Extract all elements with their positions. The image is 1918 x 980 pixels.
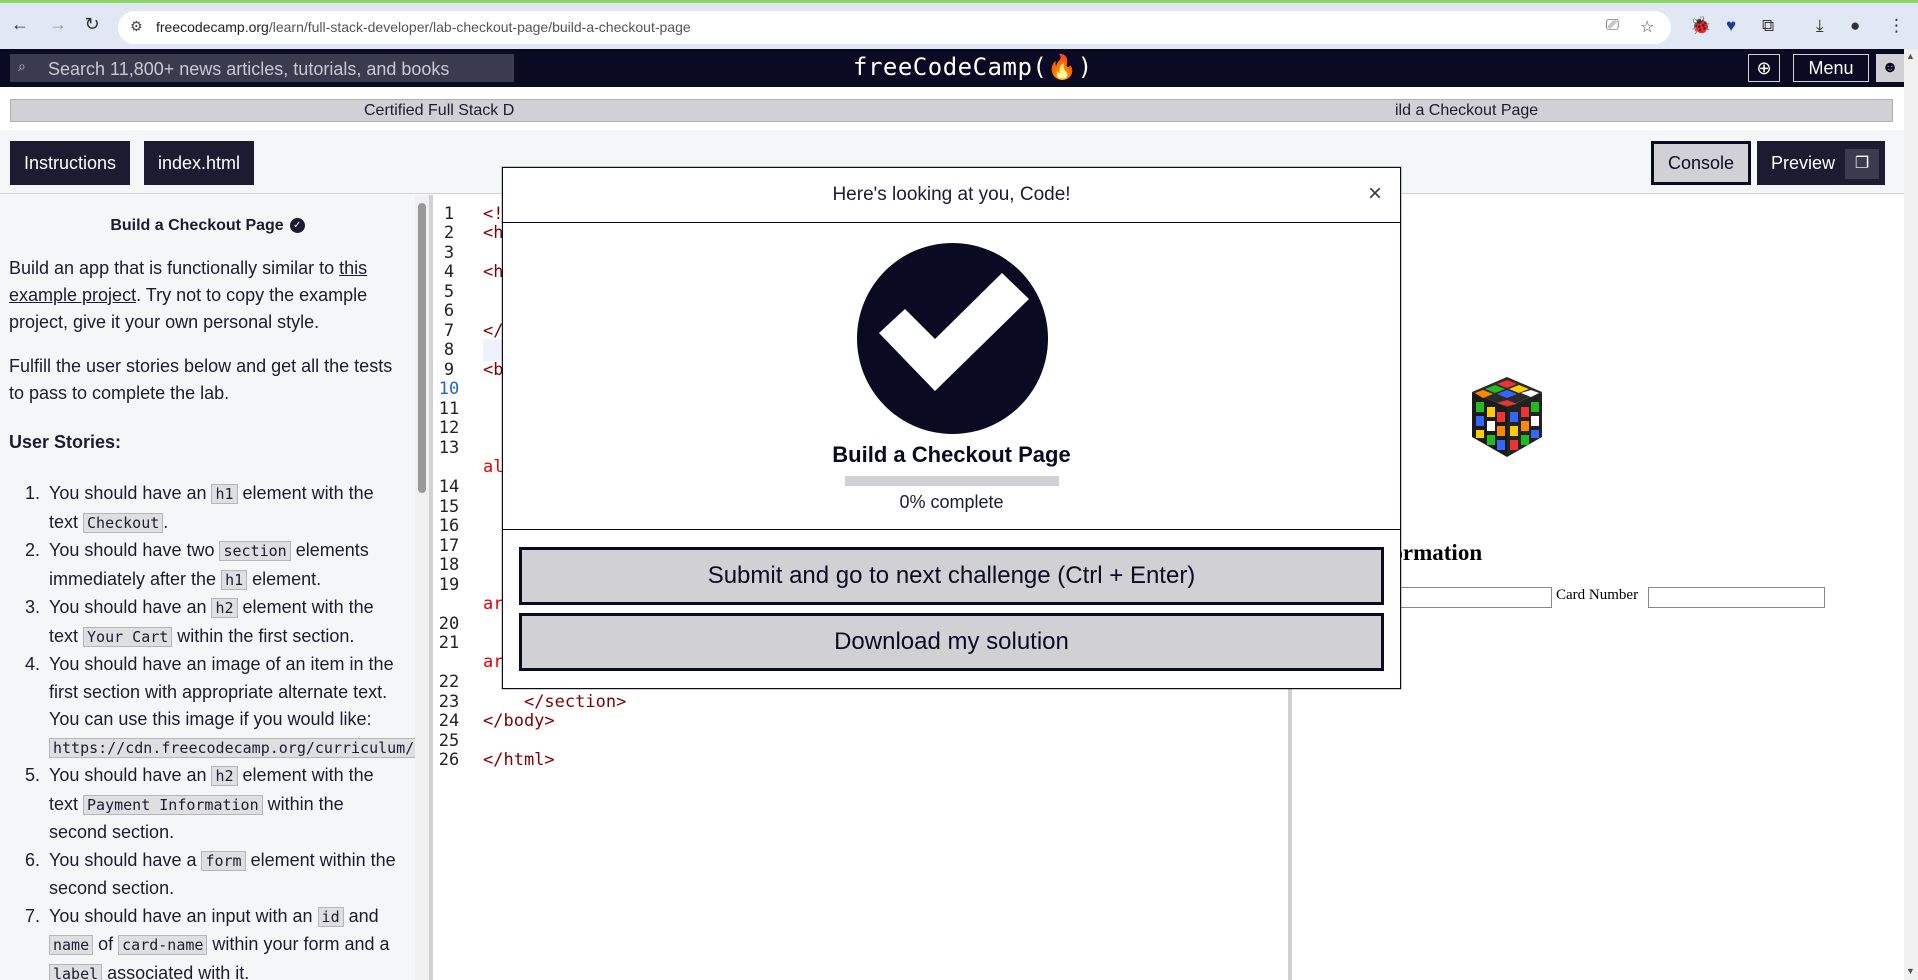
search-placeholder[interactable]: Search 11,800+ news articles, tutorials,… <box>48 59 449 80</box>
scroll-up-icon[interactable]: ▲ <box>1906 51 1915 61</box>
menu-button[interactable]: Menu <box>1793 54 1869 82</box>
downloads-icon[interactable]: ⤓ <box>1816 16 1824 36</box>
search-icon: ⌕ <box>18 58 26 74</box>
big-checkmark-icon <box>857 243 1048 434</box>
extension-heart-icon[interactable]: ♥ <box>1726 16 1736 36</box>
fcc-logo[interactable]: freeCodeCamp(🔥) <box>853 53 1093 81</box>
language-globe-icon[interactable]: ⊕ <box>1748 54 1780 82</box>
user-avatar[interactable]: ☻ <box>1876 54 1904 82</box>
site-settings-icon[interactable]: ⚙ <box>130 18 143 35</box>
completion-modal: Here's looking at you, Code! × Build a C… <box>502 167 1401 689</box>
download-solution-button[interactable]: Download my solution <box>519 613 1384 671</box>
extension-bug-icon[interactable]: 🐞 <box>1690 16 1711 36</box>
back-icon[interactable]: ← <box>8 14 32 35</box>
browser-chrome: ← → ↻ ⚙ freecodecamp.org/learn/full-stac… <box>0 0 1918 49</box>
modal-challenge-title: Build a Checkout Page <box>832 442 1071 467</box>
search-bar[interactable]: ⌕ Search 11,800+ news articles, tutorial… <box>10 54 514 82</box>
kebab-menu-icon[interactable]: ⋮ <box>1888 16 1905 36</box>
fcc-navbar: ⌕ Search 11,800+ news articles, tutorial… <box>0 49 1918 87</box>
progress-text: 0% complete <box>899 492 1004 512</box>
extensions-puzzle-icon[interactable]: ⧉ <box>1762 16 1774 36</box>
install-icon[interactable]: ⎚ <box>1606 17 1619 35</box>
submit-next-challenge-button[interactable]: Submit and go to next challenge (Ctrl + … <box>519 547 1384 605</box>
url-text: freecodecamp.org/learn/full-stack-develo… <box>156 19 691 35</box>
profile-avatar-icon[interactable]: ● <box>1850 16 1860 36</box>
modal-overlay: Here's looking at you, Code! × Build a C… <box>0 87 1918 980</box>
reload-icon[interactable]: ↻ <box>80 14 104 35</box>
close-icon[interactable]: × <box>1368 180 1382 208</box>
modal-divider <box>503 529 1400 530</box>
modal-header: Here's looking at you, Code! × <box>503 168 1400 223</box>
address-bar[interactable]: ⚙ freecodecamp.org/learn/full-stack-deve… <box>118 11 1671 44</box>
bookmark-star-icon[interactable]: ☆ <box>1640 17 1654 37</box>
progress-bar <box>845 476 1059 486</box>
forward-icon[interactable]: → <box>46 14 70 35</box>
modal-title: Here's looking at you, Code! <box>832 184 1071 205</box>
